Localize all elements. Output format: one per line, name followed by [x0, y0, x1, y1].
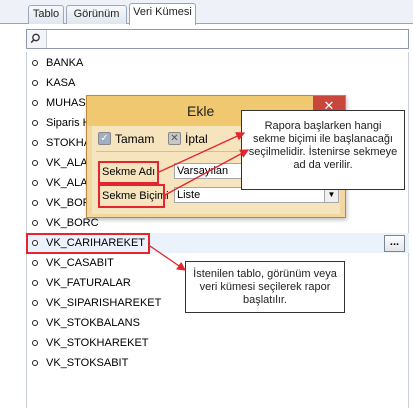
bullet-icon	[32, 200, 38, 206]
ok-button-label: Tamam	[115, 132, 155, 146]
bullet-icon	[32, 220, 38, 226]
dialog-title: Ekle	[187, 103, 215, 119]
bullet-icon	[32, 300, 38, 306]
bullet-icon	[32, 260, 38, 266]
bullet-icon	[32, 360, 38, 366]
tab-veri-kumesi[interactable]: Veri Kümesi	[129, 3, 196, 25]
cancel-button-label: İptal	[185, 132, 208, 146]
selected-item-highlight	[26, 233, 150, 254]
bullet-icon	[32, 100, 38, 106]
cancel-button[interactable]: ✕ İptal	[168, 130, 218, 148]
row-options-button[interactable]: ...	[384, 235, 405, 252]
list-item-label: VK_CASABIT	[46, 257, 114, 269]
bullet-icon	[32, 120, 38, 126]
list-item-label: KASA	[46, 77, 76, 89]
tab-gorunum[interactable]: Görünüm	[66, 5, 127, 24]
list-callout: İstenilen tablo, görünüm veya veri kümes…	[185, 261, 345, 313]
list-item[interactable]: KASA	[26, 73, 409, 93]
dialog-callout: Rapora başlarken hangi sekme biçimi ile …	[241, 110, 405, 190]
cancel-icon: ✕	[168, 132, 181, 145]
list-item-label: STOKHA	[46, 137, 92, 149]
bullet-icon	[32, 60, 38, 66]
list-item-label: VK_STOKSABIT	[46, 357, 129, 369]
chevron-down-icon[interactable]: ▼	[324, 188, 338, 202]
ok-button[interactable]: ✓ Tamam	[98, 130, 158, 148]
search-bar	[26, 29, 409, 49]
list-item-label: VK_STOKBALANS	[46, 317, 140, 329]
list-item-label: BANKA	[46, 57, 84, 69]
list-item-label: Siparis H	[46, 117, 91, 129]
bullet-icon	[32, 140, 38, 146]
list-item-label: VK_STOKHAREKET	[46, 337, 149, 349]
bullet-icon	[32, 320, 38, 326]
tab-name-highlight	[98, 161, 159, 184]
tab-style-value: Liste	[177, 189, 201, 201]
bullet-icon	[32, 180, 38, 186]
list-item[interactable]: BANKA	[26, 53, 409, 73]
list-item[interactable]: VK_STOKHAREKET	[26, 333, 409, 353]
list-item-label: VK_SIPARISHAREKET	[46, 297, 162, 309]
list-item[interactable]: VK_STOKBALANS	[26, 313, 409, 333]
tab-strip: Tablo Görünüm Veri Kümesi	[0, 0, 413, 25]
tab-tablo[interactable]: Tablo	[28, 5, 64, 24]
bullet-icon	[32, 340, 38, 346]
search-input[interactable]	[49, 31, 405, 47]
list-item[interactable]: VK_STOKSABIT	[26, 353, 409, 373]
bullet-icon	[32, 80, 38, 86]
check-icon: ✓	[98, 132, 111, 145]
search-icon[interactable]	[27, 30, 47, 48]
bullet-icon	[32, 280, 38, 286]
list-item-label: VK_FATURALAR	[46, 277, 131, 289]
bullet-icon	[32, 160, 38, 166]
tab-style-highlight	[98, 184, 165, 208]
